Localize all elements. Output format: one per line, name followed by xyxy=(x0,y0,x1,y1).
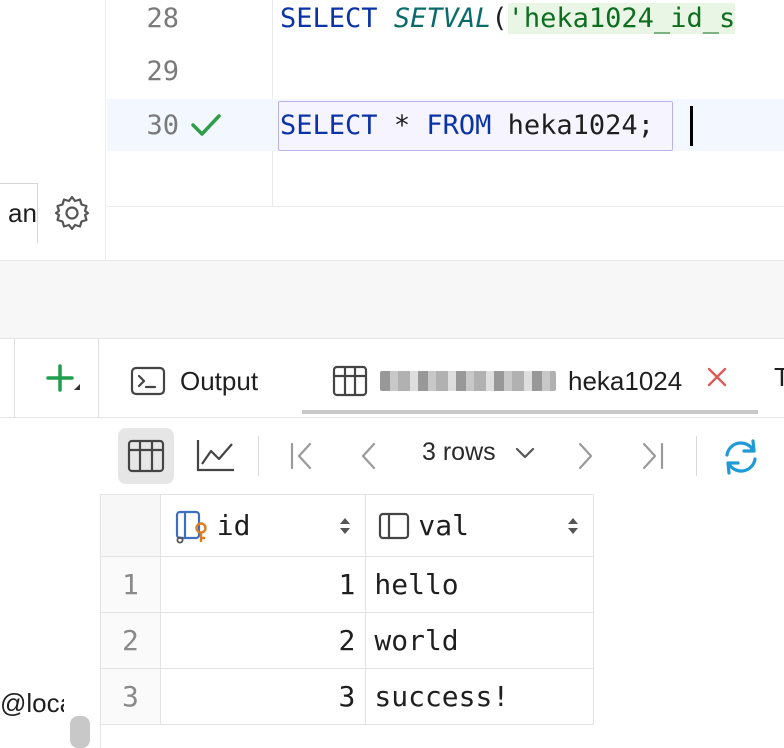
connection-label[interactable]: @loca xyxy=(0,688,64,719)
sort-icon[interactable] xyxy=(337,515,353,537)
function-setval: SETVAL xyxy=(393,3,492,34)
table-row[interactable]: 2 2 world xyxy=(100,612,594,669)
cell-val[interactable]: hello xyxy=(365,556,594,613)
cell-id[interactable]: 1 xyxy=(159,556,367,613)
keyword-from: FROM xyxy=(426,110,492,141)
table-identifier: heka1024 xyxy=(507,110,638,141)
editor-divider xyxy=(107,206,784,207)
column-header-id[interactable]: id xyxy=(159,494,367,557)
left-stub xyxy=(0,338,15,418)
divider xyxy=(98,338,99,418)
row-count-label: 3 rows xyxy=(422,438,496,466)
left-panel-input[interactable]: an xyxy=(0,183,38,243)
keyword-select: SELECT xyxy=(280,3,378,34)
open-paren: ( xyxy=(491,3,508,34)
semicolon: ; xyxy=(637,110,654,141)
first-page-icon[interactable] xyxy=(286,438,318,474)
toolbar-divider xyxy=(258,436,259,476)
scrollbar-thumb[interactable] xyxy=(70,716,90,748)
column-val-label: val xyxy=(418,509,469,542)
string-literal: 'heka1024_id_s xyxy=(507,3,736,34)
chevron-down-icon xyxy=(515,448,534,459)
corner-cell xyxy=(100,494,161,557)
line-number-30: 30 xyxy=(146,110,179,141)
toolbar-divider xyxy=(696,436,697,476)
tab-result-label: heka1024 xyxy=(568,365,683,396)
table-icon xyxy=(332,365,368,397)
cell-val[interactable]: success! xyxy=(365,668,594,725)
panel-splitter[interactable] xyxy=(0,260,784,339)
key-column-icon xyxy=(175,510,207,543)
quote-char: ' xyxy=(507,3,524,34)
previous-page-icon[interactable] xyxy=(354,438,382,474)
sort-icon[interactable] xyxy=(565,515,581,537)
star: * xyxy=(393,110,411,141)
grid-view-icon xyxy=(127,439,165,473)
gear-icon[interactable] xyxy=(52,193,92,233)
last-page-icon[interactable] xyxy=(636,438,668,474)
column-id-label: id xyxy=(216,509,251,542)
redacted-schema-name xyxy=(380,371,556,391)
active-tab-indicator xyxy=(302,410,758,414)
grid-header-row: id val xyxy=(100,494,594,557)
row-number: 1 xyxy=(100,556,161,613)
table-view-button[interactable] xyxy=(118,428,174,484)
next-tab-label[interactable]: T xyxy=(774,362,784,393)
line-number-28: 28 xyxy=(146,3,179,34)
column-header-val[interactable]: val xyxy=(365,494,594,557)
close-icon[interactable] xyxy=(704,364,730,390)
table-row[interactable]: 1 1 hello xyxy=(100,556,594,613)
cell-id[interactable]: 2 xyxy=(159,612,367,669)
chart-view-icon[interactable] xyxy=(194,436,238,476)
text-cursor xyxy=(690,106,693,146)
plus-icon xyxy=(46,364,80,392)
column-icon xyxy=(379,512,410,539)
results-grid[interactable]: id val 1 1 hello 2 2 world 3 3 success! xyxy=(100,494,594,725)
next-page-icon[interactable] xyxy=(572,438,600,474)
tab-output[interactable]: Output xyxy=(130,356,258,406)
add-button[interactable] xyxy=(40,358,84,400)
cell-id[interactable]: 3 xyxy=(159,668,367,725)
row-count-dropdown[interactable]: 3 rows xyxy=(422,438,537,467)
keyword-select: SELECT xyxy=(280,110,378,141)
table-row[interactable]: 3 3 success! xyxy=(100,668,594,725)
refresh-icon[interactable] xyxy=(718,434,764,480)
line-number-29: 29 xyxy=(146,56,179,87)
check-icon xyxy=(191,114,221,136)
tab-output-label: Output xyxy=(180,365,259,396)
cell-val[interactable]: world xyxy=(365,612,594,669)
string-text: heka1024_id_s xyxy=(523,3,736,34)
code-line-28[interactable]: SELECT SETVAL('heka1024_id_s xyxy=(280,0,736,45)
row-number: 3 xyxy=(100,668,161,725)
console-icon xyxy=(130,366,166,396)
code-line-30[interactable]: SELECT * FROM heka1024; xyxy=(280,100,654,152)
row-number: 2 xyxy=(100,612,161,669)
tab-result-heka1024[interactable]: heka1024 xyxy=(332,356,682,406)
